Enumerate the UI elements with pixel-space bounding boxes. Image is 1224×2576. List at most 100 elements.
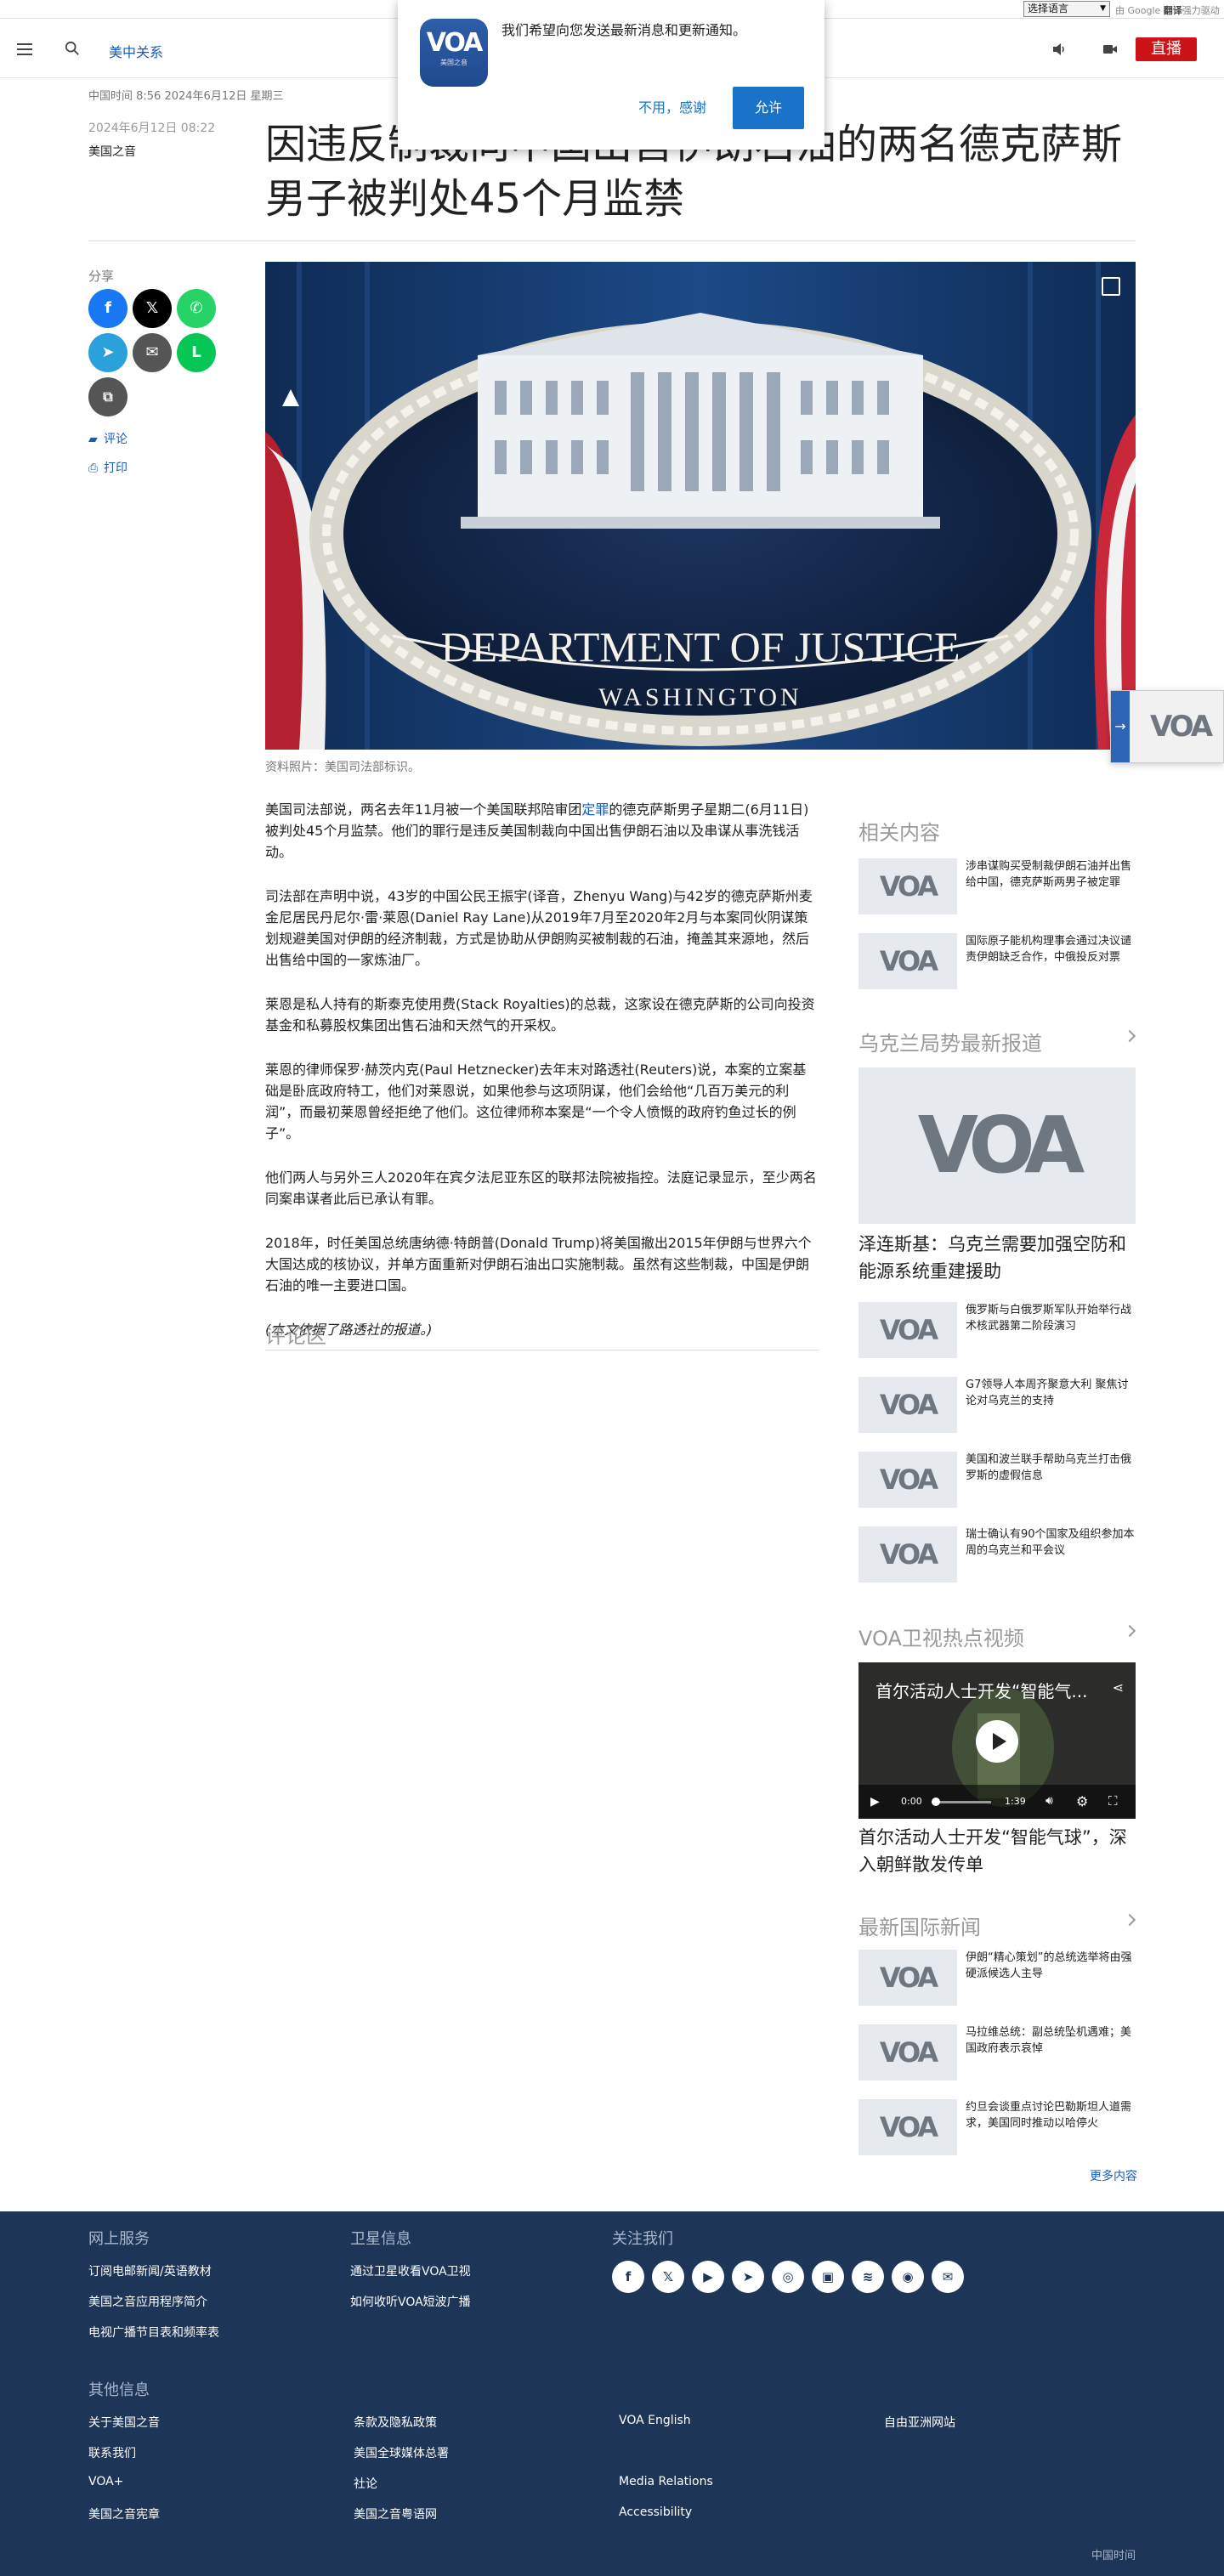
duration: 1:39 <box>1005 1796 1026 1807</box>
ukraine-main-title[interactable]: 泽连斯基：乌克兰需要加强空防和能源系统重建援助 <box>858 1231 1136 1285</box>
video-caption[interactable]: 首尔活动人士开发“智能气球”，深入朝鲜散发传单 <box>858 1824 1136 1878</box>
voa-thumb-logo: VOA <box>858 1302 957 1358</box>
footer-link[interactable]: VOA English <box>619 2414 691 2427</box>
voa-thumb-logo: VOA <box>858 858 957 914</box>
floating-voa-tab[interactable]: → VOA <box>1110 690 1224 763</box>
whatsapp-icon[interactable]: ✆ <box>177 289 216 328</box>
print-label: 打印 <box>104 461 128 475</box>
ukraine-item[interactable]: VOA 美国和波兰联手帮助乌克兰打击俄罗斯的虚假信息 <box>858 1452 1136 1509</box>
allow-button[interactable]: 允许 <box>733 87 804 129</box>
publish-date: 2024年6月12日 08:22 <box>88 122 216 135</box>
arrow-right-icon[interactable]: → <box>1111 691 1130 762</box>
print-link[interactable]: ⎙ 打印 <box>88 459 128 476</box>
intl-heading[interactable]: 最新国际新闻 <box>858 1911 1136 1940</box>
intl-item[interactable]: VOA 约旦会谈重点讨论巴勒斯坦人道需求，美国同时推动以哈停火 <box>858 2099 1136 2157</box>
more-link[interactable]: 更多内容 <box>1090 2167 1137 2184</box>
email-icon[interactable]: ✉ <box>133 333 172 372</box>
heading-text: VOA卫视热点视频 <box>858 1627 1024 1650</box>
footer-link[interactable]: Media Relations <box>619 2475 713 2488</box>
ukraine-item[interactable]: VOA 瑞士确认有90个国家及组织参加本周的乌克兰和平会议 <box>858 1526 1136 1584</box>
gt-prefix: 由 Google <box>1115 5 1161 16</box>
footer-link[interactable]: 美国全球媒体总署 <box>354 2444 449 2461</box>
seek-handle[interactable] <box>932 1798 940 1806</box>
notification-prompt: VOA 美国之音 我们希望向您发送最新消息和更新通知。 不用，感谢 允许 <box>398 0 824 150</box>
fullscreen-icon[interactable]: ⛶ <box>1108 1793 1118 1809</box>
related-item[interactable]: VOA 国际原子能机构理事会通过决议谴责伊朗缺乏合作，中俄投反对票 <box>858 933 1136 991</box>
related-heading: 相关内容 <box>858 821 940 845</box>
footer-link[interactable]: 如何收听VOA短波广播 <box>350 2293 471 2310</box>
instagram-icon[interactable]: ◎ <box>772 2261 804 2293</box>
line-icon[interactable]: L <box>177 333 216 372</box>
video-overlay-title: 首尔活动人士开发“智能气... <box>876 1681 1088 1701</box>
x-twitter-icon[interactable]: 𝕏 <box>133 289 172 328</box>
video-camera-icon[interactable] <box>1102 41 1119 58</box>
seal-line2: WASHINGTON <box>598 683 802 711</box>
voa-logo: VOA <box>1150 710 1213 744</box>
settings-icon[interactable]: ⚙ <box>1076 1793 1088 1809</box>
video-controls: ▶ 0:00 1:39 🔊︎ ⚙ ⛶ <box>858 1785 1136 1819</box>
ukraine-item[interactable]: VOA 俄罗斯与白俄罗斯军队开始举行战术核武器第二阶段演习 <box>858 1302 1136 1360</box>
section-link[interactable]: 美中关系 <box>109 41 163 61</box>
item-title: 涉串谋购买受制裁伊朗石油并出售给中国，德克萨斯两男子被定罪 <box>966 860 1132 889</box>
copy-link-icon[interactable]: ⧉ <box>88 377 128 416</box>
footer-link[interactable]: 社论 <box>354 2475 377 2492</box>
notification-message: 我们希望向您发送最新消息和更新通知。 <box>502 22 747 38</box>
inline-link[interactable]: 定罪 <box>581 801 609 818</box>
decline-button[interactable]: 不用，感谢 <box>626 87 719 129</box>
footer-link[interactable]: 通过卫星收看VOA卫视 <box>350 2262 471 2279</box>
footer-link[interactable]: 自由亚洲网站 <box>884 2414 955 2431</box>
comments-heading: 评论区 <box>265 1324 326 1348</box>
item-title: 国际原子能机构理事会通过决议谴责伊朗缺乏合作，中俄投反对票 <box>966 935 1132 964</box>
comment-link[interactable]: ▰ 评论 <box>88 430 128 447</box>
paragraph: 2018年，时任美国总统唐纳德·特朗普(Donald Trump)将美国撤出20… <box>265 1235 812 1294</box>
paragraph: 司法部在声明中说，43岁的中国公民王振宇(译音，Zhenyu Wang)与42岁… <box>265 888 813 968</box>
video-player[interactable]: 首尔活动人士开发“智能气... ⋖ ▶ 0:00 1:39 🔊︎ ⚙ ⛶ <box>858 1662 1136 1819</box>
language-select-label: 选择语言 <box>1028 3 1069 14</box>
share-icon[interactable]: ⋖ <box>1113 1679 1124 1696</box>
footer-link[interactable]: 美国之音宪章 <box>88 2505 160 2522</box>
rss-icon[interactable]: ≋ <box>852 2261 884 2293</box>
seek-bar[interactable] <box>932 1798 991 1806</box>
voa-thumb-logo: VOA <box>858 933 957 989</box>
email-icon[interactable]: ✉ <box>932 2261 964 2293</box>
footer-link[interactable]: 美国之音应用程序简介 <box>88 2293 207 2310</box>
video-heading[interactable]: VOA卫视热点视频 <box>858 1622 1136 1651</box>
telegram-icon[interactable]: ➤ <box>88 333 128 372</box>
volume-icon[interactable]: 🔊︎ <box>1046 1794 1053 1808</box>
intl-item[interactable]: VOA 马拉维总统：副总统坠机遇难；美国政府表示哀悼 <box>858 2024 1136 2082</box>
footer-link[interactable]: 条款及隐私政策 <box>354 2414 437 2431</box>
item-title: 瑞士确认有90个国家及组织参加本周的乌克兰和平会议 <box>966 1528 1135 1557</box>
footer-link[interactable]: 联系我们 <box>88 2444 136 2461</box>
x-twitter-icon[interactable]: 𝕏 <box>652 2261 684 2293</box>
heading-text: 乌克兰局势最新报道 <box>858 1032 1042 1056</box>
ukraine-item[interactable]: VOA G7领导人本周齐聚意大利 聚焦讨论对乌克兰的支持 <box>858 1377 1136 1435</box>
podcast-icon[interactable]: ◉ <box>892 2261 924 2293</box>
voa-big-logo[interactable]: VOA <box>858 1067 1136 1224</box>
footer-link[interactable]: VOA+ <box>88 2475 123 2488</box>
youtube-icon[interactable]: ▶ <box>692 2261 724 2293</box>
footer-link[interactable]: 关于美国之音 <box>88 2414 160 2431</box>
live-button[interactable]: 直播 <box>1136 37 1197 61</box>
footer-link[interactable]: 美国之音粤语网 <box>354 2505 437 2522</box>
footer-link[interactable]: Accessibility <box>619 2505 692 2519</box>
telegram-icon[interactable]: ➤ <box>732 2261 764 2293</box>
facebook-icon[interactable]: f <box>612 2261 644 2293</box>
ukraine-heading[interactable]: 乌克兰局势最新报道 <box>858 1027 1136 1056</box>
footer-link[interactable]: 订阅电邮新闻/英语教材 <box>88 2262 212 2279</box>
menu-icon[interactable] <box>17 43 32 55</box>
play-icon[interactable] <box>976 1720 1018 1763</box>
paragraph: 莱恩是私人持有的斯泰克使用费(Stack Royalties)的总裁，这家设在德… <box>265 996 815 1033</box>
facebook-icon[interactable]: f <box>88 289 128 328</box>
language-select[interactable]: 选择语言 ▼ <box>1023 1 1110 17</box>
google-translate-credit: 由 Google 翻译强力驱动 <box>1115 3 1220 17</box>
fullscreen-icon[interactable] <box>1102 277 1120 296</box>
voa-thumb-logo: VOA <box>858 1526 957 1582</box>
play-small-icon[interactable]: ▶ <box>870 1795 880 1809</box>
seal-line1: DEPARTMENT OF JUSTICE <box>441 623 960 671</box>
intl-item[interactable]: VOA 伊朗“精心策划”的总统选举将由强硬派候选人主导 <box>858 1950 1136 2007</box>
app-store-icon[interactable]: ▣ <box>812 2261 844 2293</box>
related-item[interactable]: VOA 涉串谋购买受制裁伊朗石油并出售给中国，德克萨斯两男子被定罪 <box>858 858 1136 916</box>
footer-link[interactable]: 电视广播节目表和频率表 <box>88 2324 219 2341</box>
audio-icon[interactable] <box>1051 41 1068 58</box>
search-icon[interactable] <box>65 41 80 56</box>
